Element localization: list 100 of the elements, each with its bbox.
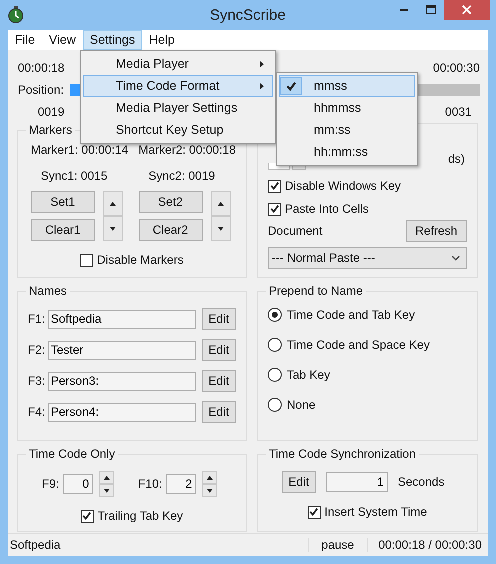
checkmark-icon (270, 181, 280, 191)
spin-up-button[interactable] (103, 191, 123, 216)
triangle-up-icon (104, 476, 110, 480)
group-title: Prepend to Name (268, 284, 364, 298)
menu-item[interactable]: File (8, 30, 42, 50)
checkbox[interactable] (268, 180, 281, 192)
checkbox[interactable] (80, 254, 94, 266)
menu-item[interactable]: mm:ss (279, 119, 415, 141)
checkbox-label: Disable Windows Key (285, 179, 402, 193)
radio-button[interactable] (268, 308, 282, 322)
document-label: Document (268, 224, 323, 238)
triangle-up-icon (206, 476, 213, 480)
maximize-icon (426, 5, 436, 15)
menu-item[interactable]: Time Code Format (83, 75, 273, 97)
position-label: Position: (18, 83, 64, 97)
close-button[interactable] (444, 0, 490, 20)
checkbox[interactable] (308, 506, 321, 518)
checkmark-icon (309, 507, 320, 517)
menu-item[interactable]: Help (142, 30, 182, 50)
spin-up-button[interactable] (210, 191, 231, 216)
checkmark-icon (82, 511, 92, 521)
set-button[interactable]: Set2 (138, 191, 203, 213)
window-title: SyncScribe (209, 6, 287, 24)
spin-up-button[interactable] (99, 471, 114, 484)
clear-button[interactable]: Clear2 (138, 219, 203, 241)
menu-item[interactable]: Media Player (83, 53, 273, 75)
paste-dropdown[interactable]: --- Normal Paste --- (268, 247, 467, 269)
radio-button[interactable] (268, 398, 282, 412)
spin-down-button[interactable] (99, 484, 114, 497)
submenu-arrow-icon (260, 82, 264, 90)
name-field[interactable]: Softpedia (48, 310, 196, 328)
sync-frame: Sync2: 0019 (148, 169, 236, 183)
seconds-field[interactable]: 1 (326, 472, 388, 492)
menu-item[interactable]: mmss (279, 75, 415, 97)
radio-label: Time Code and Tab Key (287, 308, 416, 322)
group-title: Time Code Only (28, 447, 116, 461)
edit-button[interactable]: Edit (282, 471, 316, 493)
edit-button[interactable]: Edit (202, 370, 236, 392)
start-frame: 0019 (38, 105, 65, 119)
checkbox-label: Disable Markers (97, 253, 184, 267)
radio-button[interactable] (268, 368, 282, 382)
triangle-up-icon (218, 202, 224, 206)
name-field[interactable]: Person3: (48, 372, 196, 390)
spin-down-button[interactable] (103, 216, 123, 241)
chevron-down-icon (452, 256, 460, 260)
group-title: Names (28, 284, 68, 298)
status-time: 00:00:18 / 00:00:30 (367, 538, 488, 552)
marker-time: Marker1: 00:00:14 (31, 143, 128, 157)
checkmark-icon (270, 204, 280, 214)
field-label: F9: (42, 477, 60, 491)
radio-label: Tab Key (287, 368, 330, 382)
total-time: 00:00:30 (433, 61, 480, 75)
checkbox-label: Trailing Tab Key (98, 509, 184, 523)
menu-item[interactable]: hhmmss (279, 97, 415, 119)
edit-button[interactable]: Edit (202, 339, 236, 361)
stopwatch-icon (8, 6, 24, 24)
sync-frame: Sync1: 0015 (41, 169, 128, 183)
menu-item[interactable]: View (42, 30, 84, 50)
spin-up-button[interactable] (202, 471, 218, 484)
marker-time: Marker2: 00:00:18 (138, 143, 236, 157)
name-field[interactable]: Person4: (48, 402, 196, 422)
checkbox[interactable] (268, 202, 281, 216)
checkbox[interactable] (80, 510, 94, 522)
menu-item[interactable]: Shortcut Key Setup (83, 119, 273, 141)
playback-state: pause (308, 538, 367, 552)
triangle-down-icon (206, 488, 213, 492)
set-button[interactable]: Set1 (31, 191, 95, 213)
unit-label: Seconds (398, 475, 445, 489)
spin-down-button[interactable] (202, 484, 218, 497)
edit-button[interactable]: Edit (202, 308, 236, 330)
submenu-arrow-icon (260, 60, 264, 68)
close-icon (462, 5, 472, 15)
clear-button[interactable]: Clear1 (31, 219, 95, 241)
triangle-down-icon (104, 488, 110, 492)
checkbox-label: Paste Into Cells (285, 202, 370, 216)
number-field[interactable]: 2 (166, 474, 196, 494)
elapsed-time: 00:00:18 (18, 61, 65, 75)
spin-down-button[interactable] (210, 216, 231, 241)
name-field[interactable]: Tester (48, 340, 196, 360)
field-label: F4: (28, 405, 46, 419)
number-field[interactable]: 0 (63, 474, 94, 494)
checkmark-icon (286, 80, 296, 92)
menu-item[interactable]: hh:mm:ss (279, 141, 415, 163)
triangle-up-icon (110, 202, 116, 206)
status-text: Softpedia (9, 538, 62, 552)
menu-item[interactable]: Settings (83, 30, 142, 50)
triangle-down-icon (110, 226, 116, 230)
menu-item[interactable]: Media Player Settings (83, 97, 273, 119)
radio-label: None (287, 398, 316, 412)
field-label: F1: (28, 312, 46, 326)
field-label: F10: (138, 477, 162, 491)
refresh-button[interactable]: Refresh (406, 220, 467, 242)
minimize-icon (398, 9, 408, 11)
radio-button[interactable] (268, 338, 282, 352)
triangle-down-icon (218, 226, 224, 230)
group-title: Time Code Synchronization (268, 447, 417, 461)
end-frame: 0031 (445, 105, 472, 119)
field-label: F3: (28, 374, 46, 388)
group-title: Markers (28, 123, 74, 137)
edit-button[interactable]: Edit (202, 401, 236, 423)
